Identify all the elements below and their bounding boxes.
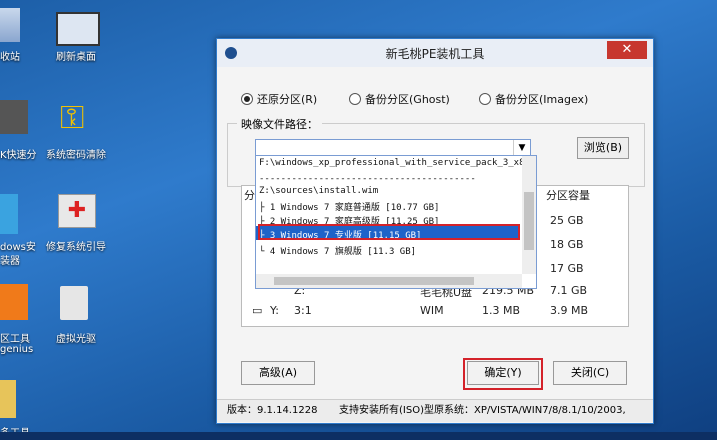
taskbar[interactable]: [0, 432, 717, 440]
scroll-thumb[interactable]: [524, 192, 534, 250]
desktop-icon-label: 收站: [0, 52, 20, 63]
table-cell: Y:: [270, 304, 279, 317]
list-divider: ----------------------------------------: [259, 174, 476, 184]
table-cell: 1.3 MB: [482, 304, 521, 317]
radio-label: 备份分区(Imagex): [495, 93, 589, 106]
radio-backup-ghost[interactable]: 备份分区(Ghost): [349, 91, 450, 107]
status-bar: 版本：9.1.14.1228 支持安装所有(ISO)型原系统：XP/VISTA/…: [217, 399, 653, 422]
table-cell: 7.1 GB: [550, 284, 588, 297]
vertical-scrollbar[interactable]: [522, 156, 536, 274]
first-aid-kit-icon[interactable]: ✚: [58, 194, 96, 228]
close-button[interactable]: 关闭(C): [553, 361, 627, 385]
drive-icon: ▭: [252, 304, 263, 317]
desktop-icon-label: 区工具: [0, 334, 30, 345]
recycle-bin-icon[interactable]: [0, 8, 20, 42]
list-item[interactable]: └ 4 Windows 7 旗舰版 [11.3 GB]: [259, 244, 416, 257]
image-dropdown-list[interactable]: F:\windows_xp_professional_with_service_…: [255, 155, 537, 289]
chevron-down-icon[interactable]: ▼: [513, 140, 530, 156]
desktop-icon-label: 系统密码清除: [46, 150, 106, 161]
table-cell: 3.9 MB: [550, 304, 589, 317]
desktop-icon-label: 修复系统引导: [46, 242, 106, 253]
desktop-icon-label: 虚拟光驱: [56, 334, 96, 345]
virtual-cd-icon[interactable]: [60, 286, 88, 320]
radio-backup-imagex[interactable]: 备份分区(Imagex): [479, 91, 588, 107]
table-cell: 17 GB: [550, 262, 584, 275]
horizontal-scrollbar[interactable]: [256, 274, 522, 288]
radio-dot: [349, 93, 361, 105]
list-item[interactable]: F:\windows_xp_professional_with_service_…: [259, 158, 525, 168]
partition-tool-icon[interactable]: [0, 100, 28, 134]
key-icon[interactable]: ⚿: [60, 100, 94, 134]
advanced-button[interactable]: 高级(A): [241, 361, 315, 385]
desktop-icon-label: genius: [0, 344, 34, 355]
window-title: 新毛桃PE装机工具: [385, 47, 485, 61]
radio-dot: [241, 93, 253, 105]
status-version: 版本：9.1.14.1228: [227, 405, 318, 416]
table-cell: WIM: [420, 304, 444, 317]
radio-dot: [479, 93, 491, 105]
desktop-icon-label: dows安: [0, 242, 36, 253]
pe-installer-window: 新毛桃PE装机工具 ✕ 还原分区(R) 备份分区(Ghost) 备份分区(Ima…: [216, 38, 654, 424]
ok-highlight-box: [463, 358, 543, 390]
table-cell: 3:1: [294, 304, 312, 317]
desktop-icon-label: K快速分: [0, 150, 37, 161]
radio-label: 备份分区(Ghost): [365, 93, 450, 106]
scroll-thumb[interactable]: [274, 277, 474, 285]
browse-button[interactable]: 浏览(B): [577, 137, 629, 159]
desktop-icon-label: 装器: [0, 256, 20, 267]
column-header[interactable]: 分: [244, 188, 255, 204]
monitor-icon[interactable]: [56, 12, 100, 46]
image-path-label: 映像文件路径：: [237, 116, 322, 132]
title-bar[interactable]: 新毛桃PE装机工具 ✕: [217, 39, 653, 67]
folder-icon[interactable]: [0, 380, 16, 418]
list-item[interactable]: ├ 1 Windows 7 家庭普通版 [10.77 GB]: [259, 200, 439, 213]
table-cell: 25 GB: [550, 214, 584, 227]
windows-installer-icon[interactable]: [0, 194, 18, 234]
radio-restore[interactable]: 还原分区(R): [241, 91, 317, 107]
disk-tool-icon[interactable]: [0, 284, 28, 320]
status-text: 支持安装所有(ISO)型原系统：XP/VISTA/WIN7/8/8.1/10/2…: [339, 405, 626, 416]
list-item[interactable]: Z:\sources\install.wim: [259, 186, 378, 196]
table-cell: 18 GB: [550, 238, 584, 251]
desktop-icon-label: 刷新桌面: [56, 52, 96, 63]
column-header-capacity[interactable]: 分区容量: [546, 188, 590, 204]
radio-label: 还原分区(R): [257, 93, 318, 106]
close-icon[interactable]: ✕: [607, 41, 647, 59]
selection-highlight-box: [258, 224, 520, 240]
